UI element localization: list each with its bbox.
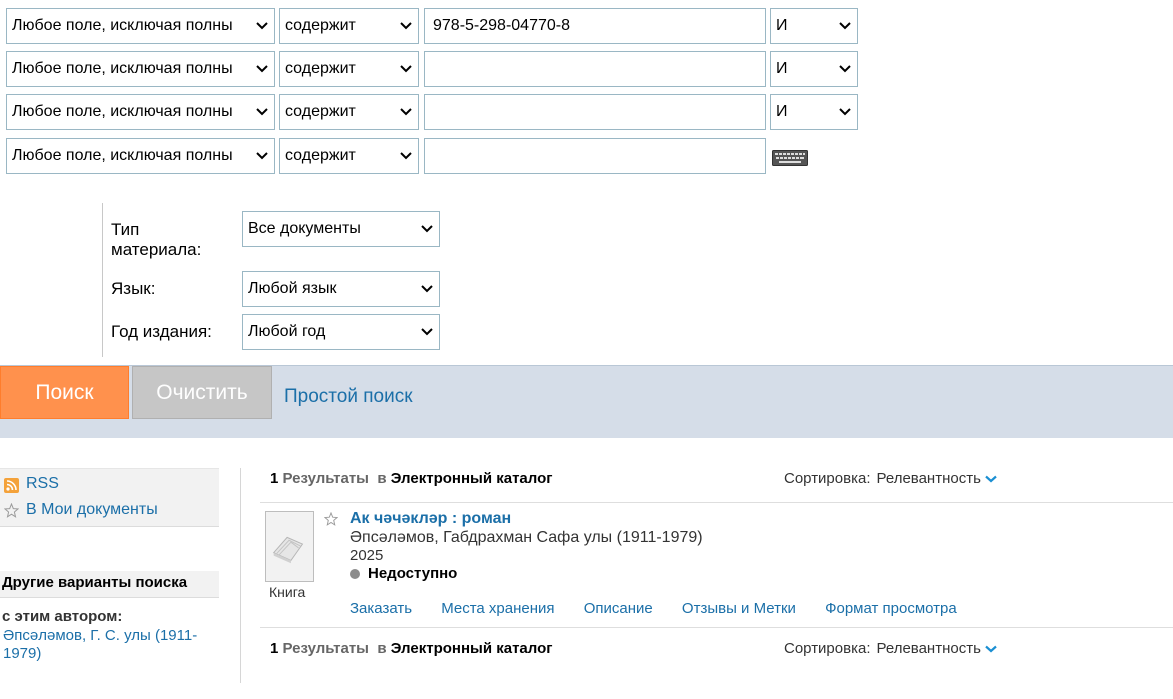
chevron-down-icon — [421, 285, 433, 293]
operator-select-1[interactable]: содержит — [279, 8, 419, 44]
other-options-title: Другие варианты поиска — [2, 574, 188, 591]
description-link[interactable]: Описание — [584, 600, 653, 617]
chevron-down-icon — [256, 108, 268, 116]
star-icon[interactable] — [324, 512, 338, 526]
chevron-down-icon — [400, 108, 412, 116]
keyboard-icon[interactable] — [772, 150, 808, 166]
by-author-label: с этим автором: — [2, 608, 123, 625]
chevron-down-icon — [400, 65, 412, 73]
chevron-down-icon — [400, 22, 412, 30]
results-summary-top: 1 Результаты в Электронный каталог — [270, 470, 553, 487]
status-indicator-icon — [350, 569, 360, 579]
simple-search-link[interactable]: Простой поиск — [284, 386, 413, 408]
boolean-select-1[interactable]: И — [770, 8, 858, 44]
chevron-down-icon — [985, 645, 997, 653]
rss-link[interactable]: RSS — [26, 475, 59, 493]
chevron-down-icon — [256, 65, 268, 73]
chevron-down-icon — [421, 225, 433, 233]
chevron-down-icon — [256, 152, 268, 160]
results-summary-bottom: 1 Результаты в Электронный каталог — [270, 640, 553, 657]
display-format-link[interactable]: Формат просмотра — [825, 600, 957, 617]
star-icon — [4, 503, 19, 518]
result-actions: Заказать Места хранения Описание Отзывы … — [350, 600, 982, 617]
search-term-input-1[interactable]: 978-5-298-04770-8 — [424, 8, 766, 44]
chevron-down-icon — [400, 152, 412, 160]
format-label: Книга — [269, 584, 306, 600]
book-cover-thumbnail[interactable] — [265, 511, 314, 582]
search-term-input-2[interactable] — [424, 51, 766, 87]
field-select-3[interactable]: Любое поле, исключая полны — [6, 94, 275, 130]
material-type-label: Тип материала: — [111, 220, 202, 259]
operator-select-3[interactable]: содержит — [279, 94, 419, 130]
material-type-select[interactable]: Все документы — [242, 211, 440, 247]
reviews-tags-link[interactable]: Отзывы и Метки — [682, 600, 796, 617]
book-icon — [266, 512, 313, 581]
language-select[interactable]: Любой язык — [242, 271, 440, 307]
author-search-link[interactable]: Әпсәләмов, Г. С. улы (1911-1979) — [3, 627, 218, 663]
boolean-select-3[interactable]: И — [770, 94, 858, 130]
chevron-down-icon — [256, 22, 268, 30]
field-select-4[interactable]: Любое поле, исключая полны — [6, 138, 275, 174]
results-divider — [260, 502, 1173, 503]
chevron-down-icon — [985, 475, 997, 483]
add-to-my-documents-link[interactable]: В Мои документы — [26, 501, 158, 519]
availability-status: Недоступно — [368, 565, 458, 582]
column-divider — [240, 468, 241, 683]
year-label: Год издания: — [111, 322, 212, 341]
result-year: 2025 — [350, 547, 384, 564]
clear-button[interactable]: Очистить — [132, 366, 272, 419]
limits-divider — [102, 203, 103, 357]
field-select-1[interactable]: Любое поле, исключая полны — [6, 8, 275, 44]
chevron-down-icon — [839, 108, 851, 116]
operator-select-2[interactable]: содержит — [279, 51, 419, 87]
results-divider-bottom — [260, 627, 1173, 628]
holdings-link[interactable]: Места хранения — [441, 600, 554, 617]
search-term-input-4[interactable] — [424, 138, 766, 174]
result-title-link[interactable]: Ак чәчәкләр : роман — [350, 510, 511, 528]
search-term-input-3[interactable] — [424, 94, 766, 130]
field-select-2[interactable]: Любое поле, исключая полны — [6, 51, 275, 87]
chevron-down-icon — [839, 22, 851, 30]
sort-control-bottom[interactable]: Сортировка: Релевантность — [784, 640, 997, 657]
boolean-select-2[interactable]: И — [770, 51, 858, 87]
result-author: Әпсәләмов, Габдрахман Сафа улы (1911-197… — [350, 529, 703, 546]
sort-control-top[interactable]: Сортировка: Релевантность — [784, 470, 997, 487]
chevron-down-icon — [839, 65, 851, 73]
operator-select-4[interactable]: содержит — [279, 138, 419, 174]
request-link[interactable]: Заказать — [350, 600, 412, 617]
language-label: Язык: — [111, 279, 156, 298]
year-select[interactable]: Любой год — [242, 314, 440, 350]
rss-icon — [4, 478, 19, 493]
chevron-down-icon — [421, 328, 433, 336]
search-button[interactable]: Поиск — [0, 366, 129, 419]
